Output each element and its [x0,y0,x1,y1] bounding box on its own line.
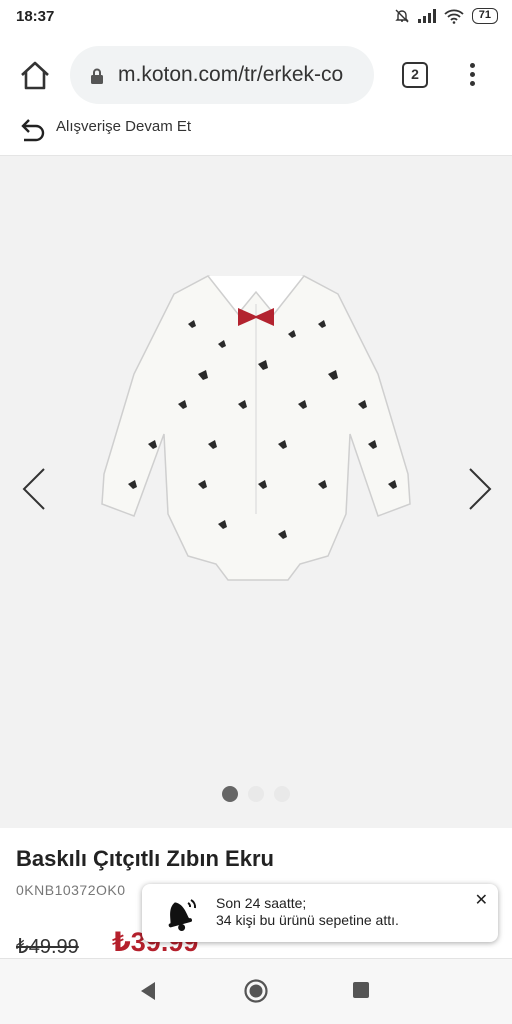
home-icon[interactable] [18,58,52,92]
product-sku: 0KNB10372OK0 [16,882,126,898]
status-icons: 71 [394,8,498,24]
social-proof-toast: Son 24 saatte; 34 kişi bu ürünü sepetine… [142,884,498,942]
signal-icon [417,9,436,23]
product-title: Baskılı Çıtçıtlı Zıbın Ekru [16,846,274,871]
carousel-dots [0,786,512,807]
close-icon[interactable]: ✕ [475,890,488,910]
system-nav-bar [0,958,512,1024]
toast-message: Son 24 saatte; 34 kişi bu ürünü sepetine… [216,895,399,929]
tabs-button[interactable]: 2 [402,62,428,88]
product-image [101,275,411,581]
battery-indicator: 71 [471,8,498,24]
back-arrow-icon [21,119,45,142]
continue-shopping-bar[interactable]: Alışverişe Devam Et [0,112,512,156]
nav-recents-icon[interactable] [352,981,370,999]
carousel-dot-2[interactable] [248,786,264,802]
mute-icon [395,9,409,23]
status-bar: 18:37 71 [0,0,512,34]
bell-icon [168,899,197,932]
status-time: 18:37 [16,8,55,25]
lock-icon [91,68,103,84]
old-price: ₺49.99 [16,936,79,958]
address-bar[interactable]: m.koton.com/tr/erkek-co [70,46,374,104]
nav-back-icon[interactable] [138,979,158,1003]
chevron-right-icon[interactable] [460,461,500,517]
carousel-dot-1[interactable] [222,786,238,802]
toast-line-2: 34 kişi bu ürünü sepetine attı. [216,912,399,928]
continue-shopping-label[interactable]: Alışverişe Devam Et [56,118,191,135]
toast-line-1: Son 24 saatte; [216,895,307,911]
nav-home-icon[interactable] [243,978,269,1004]
menu-icon[interactable] [462,60,482,90]
carousel-dot-3[interactable] [274,786,290,802]
url-text[interactable]: m.koton.com/tr/erkek-co [118,63,343,87]
chevron-left-icon[interactable] [14,461,54,517]
browser-toolbar: m.koton.com/tr/erkek-co 2 [0,34,512,118]
product-gallery[interactable] [0,156,512,828]
wifi-icon [444,9,464,24]
